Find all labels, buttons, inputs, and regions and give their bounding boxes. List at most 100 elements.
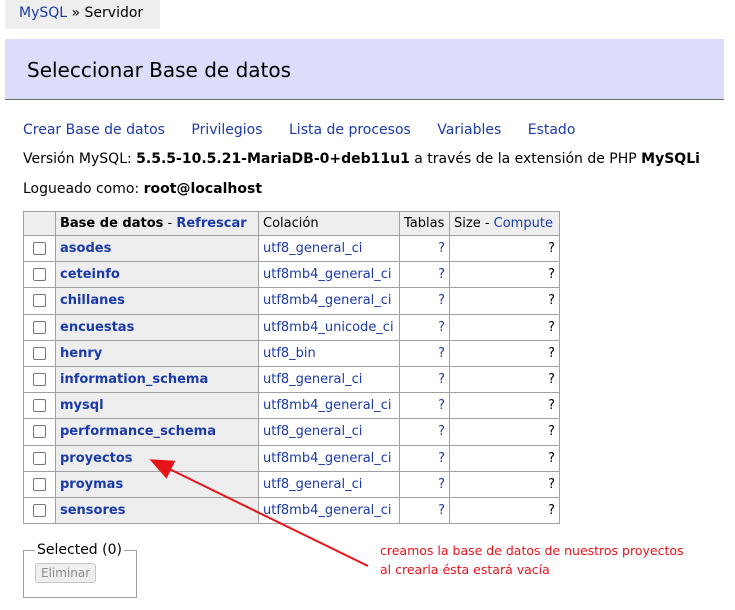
collation-link[interactable]: utf8mb4_general_ci — [263, 503, 392, 518]
version-extension: MySQLi — [641, 151, 700, 167]
database-link[interactable]: performance_schema — [60, 424, 216, 439]
collation-link[interactable]: utf8mb4_general_ci — [263, 451, 392, 466]
database-name-cell: sensores — [55, 496, 259, 525]
table-row: sensores utf8mb4_general_ci?? — [23, 496, 560, 525]
database-link[interactable]: encuestas — [60, 320, 134, 335]
header-database-label: Base de datos — [60, 216, 164, 231]
table-row: asodes utf8_general_ci?? — [23, 234, 560, 263]
collation-link[interactable]: utf8mb4_general_ci — [263, 293, 392, 308]
table-row: encuestas utf8mb4_unicode_ci?? — [23, 313, 560, 341]
row-checkbox[interactable] — [33, 346, 46, 360]
tables-count-link[interactable]: ? — [438, 267, 445, 282]
database-link[interactable]: henry — [60, 346, 102, 361]
header-tables: Tablas — [399, 211, 450, 236]
row-checkbox-cell — [23, 287, 56, 315]
database-link[interactable]: asodes — [60, 241, 111, 256]
collation-link[interactable]: utf8_general_ci — [263, 477, 362, 492]
database-table: Base de datos - Refrescar Colación Tabla… — [23, 211, 560, 525]
row-checkbox[interactable] — [33, 320, 46, 334]
page-header: Seleccionar Base de datos — [5, 39, 724, 100]
collation-link[interactable]: utf8mb4_general_ci — [263, 267, 392, 282]
row-checkbox-cell — [23, 365, 56, 394]
row-checkbox[interactable] — [33, 242, 46, 256]
size-cell: ? — [449, 287, 560, 315]
size-cell: ? — [449, 313, 560, 341]
tables-count-link[interactable]: ? — [438, 451, 445, 466]
table-row: ceteinfo utf8mb4_general_ci?? — [23, 261, 560, 289]
header-size-sep: - — [480, 216, 494, 231]
database-link[interactable]: proymas — [60, 477, 123, 492]
tables-count-link[interactable]: ? — [438, 320, 445, 335]
database-link[interactable]: sensores — [60, 503, 125, 518]
collation-cell: utf8_bin — [258, 339, 400, 367]
row-checkbox[interactable] — [33, 294, 46, 308]
collation-link[interactable]: utf8mb4_unicode_ci — [263, 320, 394, 335]
version-info: Versión MySQL: 5.5.5-10.5.21-MariaDB-0+d… — [23, 151, 700, 167]
tables-count-link[interactable]: ? — [438, 424, 445, 439]
tables-count-link[interactable]: ? — [438, 503, 445, 518]
tables-count-link[interactable]: ? — [438, 241, 445, 256]
database-link[interactable]: information_schema — [60, 372, 208, 387]
refresh-link[interactable]: Refrescar — [176, 216, 246, 231]
create-database-link[interactable]: Crear Base de datos — [23, 122, 165, 138]
login-info: Logueado como: root@localhost — [23, 181, 262, 197]
table-row: performance_schema utf8_general_ci?? — [23, 418, 560, 446]
status-link[interactable]: Estado — [528, 122, 576, 138]
database-link[interactable]: chillanes — [60, 293, 125, 308]
row-checkbox[interactable] — [33, 399, 46, 413]
collation-link[interactable]: utf8_bin — [263, 346, 316, 361]
header-sep: - — [163, 216, 177, 231]
tables-cell: ? — [399, 470, 450, 498]
variables-link[interactable]: Variables — [437, 122, 501, 138]
annotation-line-2: al crearla ésta estará vacía — [380, 562, 550, 577]
row-checkbox-cell — [23, 470, 56, 498]
tables-cell: ? — [399, 444, 450, 472]
server-links: Crear Base de datos Privilegios Lista de… — [23, 122, 597, 138]
size-cell: ? — [449, 496, 560, 525]
size-cell: ? — [449, 339, 560, 367]
size-cell: ? — [449, 261, 560, 289]
delete-button[interactable]: Eliminar — [35, 563, 97, 583]
collation-link[interactable]: utf8_general_ci — [263, 424, 362, 439]
row-checkbox-cell — [23, 496, 56, 525]
tables-count-link[interactable]: ? — [438, 346, 445, 361]
tables-count-link[interactable]: ? — [438, 293, 445, 308]
row-checkbox[interactable] — [33, 477, 46, 491]
row-checkbox[interactable] — [33, 503, 46, 517]
annotation-line-1: creamos la base de datos de nuestros pro… — [380, 543, 684, 558]
breadcrumb-mysql-link[interactable]: MySQL — [19, 5, 67, 21]
database-rows: asodes utf8_general_ci?? ceteinfo utf8mb4_g… — [23, 234, 560, 525]
tables-count-link[interactable]: ? — [438, 372, 445, 387]
database-link[interactable]: proyectos — [60, 451, 133, 466]
breadcrumb-current: Servidor — [84, 5, 144, 21]
database-name-cell: information_schema — [55, 365, 259, 394]
size-cell: ? — [449, 444, 560, 472]
process-list-link[interactable]: Lista de procesos — [289, 122, 411, 138]
database-link[interactable]: mysql — [60, 398, 104, 413]
tables-cell: ? — [399, 496, 450, 525]
collation-link[interactable]: utf8_general_ci — [263, 372, 362, 387]
tables-count-link[interactable]: ? — [438, 477, 445, 492]
collation-link[interactable]: utf8_general_ci — [263, 241, 362, 256]
privileges-link[interactable]: Privilegios — [191, 122, 262, 138]
database-name-cell: proyectos — [55, 444, 259, 472]
row-checkbox[interactable] — [33, 425, 46, 439]
row-checkbox[interactable] — [33, 268, 46, 282]
page-title: Seleccionar Base de datos — [27, 58, 292, 82]
row-checkbox-cell — [23, 261, 56, 289]
breadcrumb-separator: » — [67, 5, 85, 21]
row-checkbox[interactable] — [33, 451, 46, 465]
collation-cell: utf8mb4_unicode_ci — [258, 313, 400, 341]
header-check-cell — [23, 211, 56, 236]
header-collation: Colación — [258, 211, 400, 236]
tables-count-link[interactable]: ? — [438, 398, 445, 413]
database-link[interactable]: ceteinfo — [60, 267, 120, 282]
row-checkbox[interactable] — [33, 373, 46, 387]
table-row: henry utf8_bin?? — [23, 339, 560, 367]
database-name-cell: performance_schema — [55, 418, 259, 446]
compute-link[interactable]: Compute — [494, 216, 553, 231]
collation-cell: utf8_general_ci — [258, 365, 400, 394]
login-label: Logueado como: — [23, 181, 144, 197]
collation-link[interactable]: utf8mb4_general_ci — [263, 398, 392, 413]
tables-cell: ? — [399, 234, 450, 263]
